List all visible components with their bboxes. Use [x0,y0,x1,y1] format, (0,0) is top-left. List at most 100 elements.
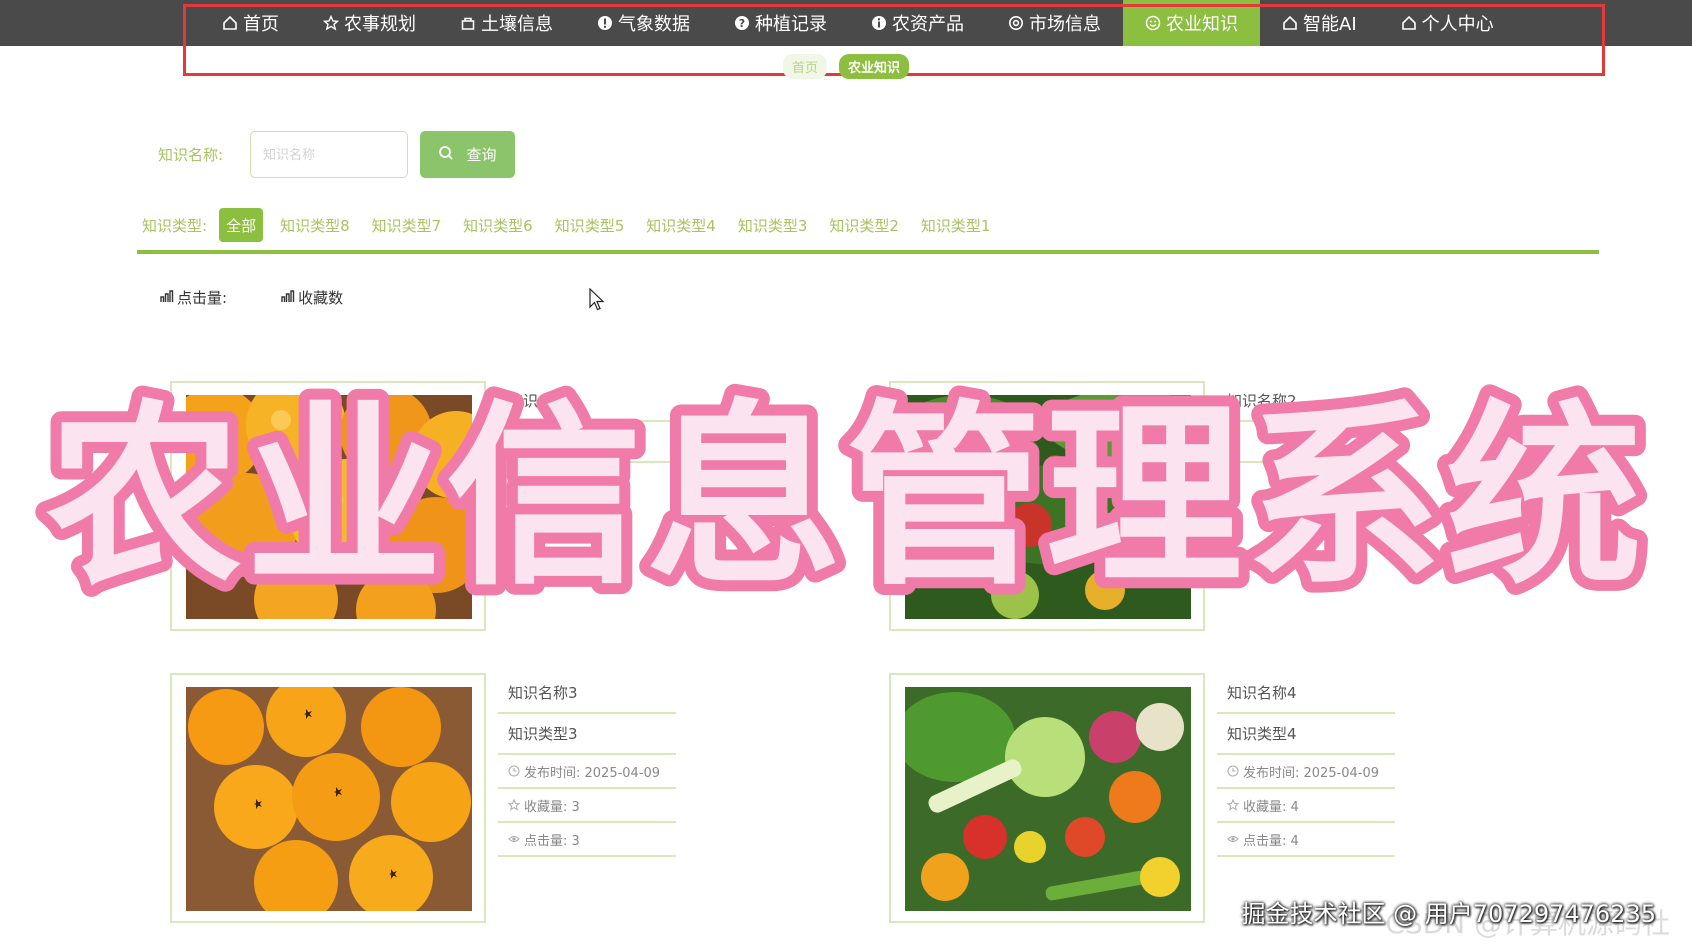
knowledge-card-image[interactable] [889,381,1205,631]
nav-item-label: 土壤信息 [481,14,553,35]
type-filter: 知识类型: 全部 知识类型8 知识类型7 知识类型6 知识类型5 知识类型4 知… [142,208,1001,242]
knowledge-card[interactable]: 知识名称2 [889,381,1449,631]
knowledge-type [1217,422,1395,463]
nav-item-label: 农资产品 [892,14,964,35]
home-icon [1401,15,1417,31]
knowledge-name[interactable]: 知识名称2 [1217,381,1395,422]
type-chip-all[interactable]: 全部 [219,208,264,242]
nav-item-market-info[interactable]: 市场信息 [986,0,1123,46]
vegetable-assortment-image [905,687,1191,911]
nav-item-label: 种植记录 [755,14,827,35]
knowledge-type [498,422,676,463]
nav-item-label: 气象数据 [618,14,690,35]
nav-item-label: 首页 [243,14,279,35]
type-chip-3[interactable]: 知识类型3 [727,208,819,242]
type-chip-8[interactable]: 知识类型8 [269,208,361,242]
breadcrumb-home[interactable]: 首页 [782,54,827,79]
mouse-cursor-icon [589,287,605,316]
nav-item-personal-center[interactable]: 个人中心 [1379,0,1516,46]
sort-by-clicks[interactable]: 点击量: [160,287,227,308]
publish-time: 发布时间: 2025-04-09 [498,755,676,789]
oranges-in-bowl-image [186,395,472,619]
search-icon [438,145,454,165]
knowledge-card[interactable]: 知识名称3 知识类型3 发布时间: 2025-04-09 收藏量: 3 点击量:… [170,673,730,923]
knowledge-card-info: 知识名称3 知识类型3 发布时间: 2025-04-09 收藏量: 3 点击量:… [498,673,676,857]
favorite-count-text: 收藏量: 3 [524,799,580,815]
nav-item-agri-products[interactable]: 农资产品 [849,0,986,46]
sort-bar: 点击量: 收藏数 [160,287,343,308]
publish-time-text: 发布时间: 2025-04-09 [524,765,661,781]
breadcrumb-current: 农业知识 [839,54,910,79]
watermark: CSDN @计算机源码社 掘金技术社区 @ 用户707297476235 [1241,894,1671,940]
publish-time-text: 发布时间: 2025-04-09 [1243,765,1380,781]
sort-by-clicks-label: 点击量: [177,289,228,307]
info-icon [597,15,613,31]
type-chip-1[interactable]: 知识类型1 [910,208,1002,242]
loquats-in-bowl-image [186,687,472,911]
type-chip-7[interactable]: 知识类型7 [361,208,453,242]
view-count: 点击量: 4 [1217,823,1395,857]
star-icon [508,799,520,811]
nav-item-soil-info[interactable]: 土壤信息 [438,0,575,46]
knowledge-card-image[interactable] [170,673,486,923]
vegetables-in-garden-image [905,395,1191,619]
nav-item-label: 市场信息 [1029,14,1101,35]
nav-item-label: 智能AI [1303,14,1357,35]
favorite-count-text: 收藏量: 4 [1243,799,1299,815]
nav-item-agri-knowledge[interactable]: 农业知识 [1123,0,1260,46]
filter-divider [137,250,1599,254]
knowledge-name[interactable]: 知识名称3 [498,673,676,714]
home-icon [1282,15,1298,31]
nav-item-home[interactable]: 首页 [200,0,301,46]
nav-item-weather-data[interactable]: 气象数据 [575,0,712,46]
favorite-count: 收藏量: 4 [1217,789,1395,823]
view-count-text: 点击量: 3 [524,833,580,849]
type-filter-label: 知识类型: [142,216,208,235]
knowledge-name[interactable]: 知识名称1 [498,381,676,422]
knowledge-card-image[interactable] [889,673,1205,923]
search-button[interactable]: 查询 [420,131,515,178]
type-chip-6[interactable]: 知识类型6 [452,208,544,242]
nav-item-smart-ai[interactable]: 智能AI [1260,0,1379,46]
svg-text:?: ? [739,17,745,30]
knowledge-card-info: 知识名称4 知识类型4 发布时间: 2025-04-09 收藏量: 4 点击量:… [1217,673,1395,857]
smile-icon [1145,15,1161,31]
knowledge-card-info: 知识名称2 [1217,381,1395,463]
sort-by-favorites-label: 收藏数 [298,289,344,307]
watermark-text: 掘金技术社区 @ 用户707297476235 [1241,900,1657,928]
nav-item-label: 个人中心 [1421,14,1494,35]
sort-by-favorites[interactable]: 收藏数 [281,287,343,308]
clock-icon [1227,765,1239,777]
knowledge-type: 知识类型3 [498,714,676,755]
knowledge-card-info: 知识名称1 [498,381,676,463]
chart-icon [281,289,295,307]
publish-time: 发布时间: 2025-04-09 [1217,755,1395,789]
home-icon [222,15,238,31]
info-icon [871,15,887,31]
knowledge-card[interactable]: 知识名称4 知识类型4 发布时间: 2025-04-09 收藏量: 4 点击量:… [889,673,1449,923]
star-icon [1227,799,1239,811]
nav-item-label: 农业知识 [1166,14,1238,35]
eye-icon [1227,836,1239,842]
clock-icon [508,765,520,777]
type-chip-5[interactable]: 知识类型5 [544,208,636,242]
search-button-label: 查询 [466,147,497,164]
knowledge-card[interactable]: 知识名称1 [170,381,730,631]
view-count-text: 点击量: 4 [1243,833,1299,849]
nav-item-farm-planning[interactable]: 农事规划 [301,0,438,46]
search-label: 知识名称: [158,146,224,164]
bag-icon [460,15,476,31]
nav-item-label: 农事规划 [344,14,416,35]
nav-item-planting-records[interactable]: ? 种植记录 [712,0,849,46]
knowledge-card-image[interactable] [170,381,486,631]
gear-icon [1008,15,1024,31]
chart-icon [160,289,174,307]
knowledge-name[interactable]: 知识名称4 [1217,673,1395,714]
type-chip-4[interactable]: 知识类型4 [635,208,727,242]
type-chip-2[interactable]: 知识类型2 [818,208,910,242]
search-input[interactable] [250,131,408,178]
search-bar: 知识名称: 查询 [158,131,515,178]
breadcrumb: 首页 农业知识 [0,54,1692,79]
view-count: 点击量: 3 [498,823,676,857]
knowledge-type: 知识类型4 [1217,714,1395,755]
